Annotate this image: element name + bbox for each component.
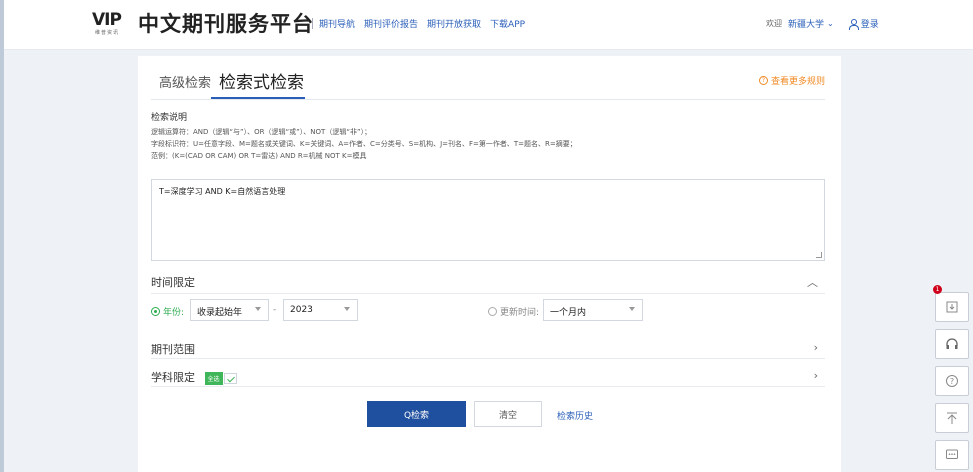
tab-advanced-search[interactable]: 高级检索	[159, 72, 211, 91]
search-history-link[interactable]: 检索历史	[557, 409, 593, 422]
start-year-value: 收录起始年	[197, 308, 243, 318]
subject-limit-header[interactable]: 学科限定 全选 ›	[151, 369, 825, 387]
nav-open-access[interactable]: 期刊开放获取	[427, 17, 481, 30]
time-limit-row: 年份: 收录起始年 - 2023 更新时间: 一个月内	[151, 299, 825, 323]
user-icon	[848, 18, 859, 30]
resize-handle-icon[interactable]	[816, 252, 822, 258]
help-fields: 字段标识符：U=任意字段、M=题名或关键词、K=关键词、A=作者、C=分类号、S…	[151, 140, 577, 148]
update-time-value: 一个月内	[550, 308, 587, 318]
help-example: 范例：(K=(CAD OR CAM) OR T=雷达) AND R=机械 NOT…	[151, 152, 367, 160]
top-header: VIP 维普资讯 中文期刊服务平台 期刊导航 期刊评价报告 期刊开放获取 下载A…	[4, 0, 973, 50]
caret-down-icon	[255, 307, 261, 311]
side-toolbar: 1 ?	[933, 285, 969, 472]
select-all-badge[interactable]: 全选	[204, 371, 223, 385]
search-tabs: 高级检索 检索式检索 ? 查看更多规则	[138, 56, 841, 101]
update-time-select[interactable]: 一个月内	[543, 299, 643, 321]
time-limit-header[interactable]: 时间限定 ︿	[151, 274, 825, 294]
year-dash: -	[273, 305, 277, 315]
headset-icon[interactable]	[935, 329, 969, 359]
check-icon[interactable]	[223, 372, 237, 384]
chevron-right-icon[interactable]: ›	[814, 369, 818, 382]
chat-icon[interactable]	[935, 440, 969, 470]
nav-divider	[312, 18, 313, 29]
org-selector[interactable]: 新疆大学	[788, 17, 824, 30]
welcome-text: 欢迎	[766, 19, 782, 28]
journal-range-header[interactable]: 期刊范围 ›	[151, 341, 825, 359]
subject-limit-title: 学科限定	[151, 371, 195, 384]
divider	[151, 386, 825, 387]
chevron-up-icon[interactable]: ︿	[807, 274, 818, 290]
chevron-down-icon[interactable]: ⌄	[827, 19, 834, 28]
tabs-divider	[151, 99, 825, 100]
divider	[151, 293, 825, 294]
update-label: 更新时间:	[500, 308, 540, 318]
help-operators: 逻辑运算符：AND（逻辑“与”）、OR（逻辑“或”）、NOT（逻辑“非”）；	[151, 128, 372, 136]
caret-down-icon	[344, 307, 350, 311]
nav-journal-guide[interactable]: 期刊导航	[319, 17, 355, 30]
more-rules-label: 查看更多规则	[770, 77, 825, 87]
nav-journal-evaluation[interactable]: 期刊评价报告	[364, 17, 418, 30]
search-help: 检索说明 逻辑运算符：AND（逻辑“与”）、OR（逻辑“或”）、NOT（逻辑“非…	[151, 112, 577, 162]
tab-expression-search[interactable]: 检索式检索	[219, 68, 304, 93]
more-rules-link[interactable]: ? 查看更多规则	[758, 74, 825, 87]
question-icon: ?	[758, 76, 768, 85]
login-label: 登录	[860, 20, 879, 30]
start-year-select[interactable]: 收录起始年	[190, 299, 269, 321]
left-rail	[0, 0, 4, 472]
query-text: T=深度学习 AND K=自然语言处理	[159, 187, 286, 196]
clear-button[interactable]: 清空	[474, 401, 542, 427]
journal-range-title: 期刊范围	[151, 343, 195, 356]
nav-download-app[interactable]: 下载APP	[490, 17, 525, 30]
update-radio-option[interactable]: 更新时间:	[488, 305, 539, 318]
logo-text: VIP	[92, 10, 122, 30]
update-radio[interactable]	[488, 307, 497, 316]
year-label: 年份:	[163, 308, 185, 318]
top-nav: 期刊导航 期刊评价报告 期刊开放获取 下载APP	[312, 17, 534, 30]
divider	[151, 358, 825, 359]
help-title: 检索说明	[151, 113, 188, 123]
login-link[interactable]: 登录	[848, 17, 879, 30]
back-to-top-icon[interactable]	[935, 403, 969, 433]
logo[interactable]: VIP 维普资讯 中文期刊服务平台	[92, 8, 314, 38]
svg-text:?: ?	[950, 377, 954, 386]
search-panel: 高级检索 检索式检索 ? 查看更多规则 检索说明 逻辑运算符：AND（逻辑“与”…	[138, 56, 841, 472]
query-textarea[interactable]: T=深度学习 AND K=自然语言处理	[151, 179, 825, 261]
header-user-area: 欢迎 新疆大学 ⌄ 登录	[766, 17, 879, 30]
site-title: 中文期刊服务平台	[138, 12, 314, 36]
help-icon[interactable]: ?	[935, 366, 969, 396]
logo-subtext: 维普资讯	[95, 30, 120, 36]
download-list-icon[interactable]: 1	[933, 285, 969, 322]
chevron-right-icon[interactable]: ›	[814, 341, 818, 354]
vip-logo-icon: VIP 维普资讯	[92, 8, 132, 38]
search-button[interactable]: Q检索	[367, 401, 466, 427]
time-limit-title: 时间限定	[151, 276, 195, 289]
end-year-value: 2023	[290, 305, 313, 315]
end-year-select[interactable]: 2023	[283, 299, 358, 321]
year-radio[interactable]	[151, 307, 160, 316]
notification-badge: 1	[933, 285, 942, 294]
caret-down-icon	[629, 307, 635, 311]
year-radio-option[interactable]: 年份:	[151, 305, 184, 318]
